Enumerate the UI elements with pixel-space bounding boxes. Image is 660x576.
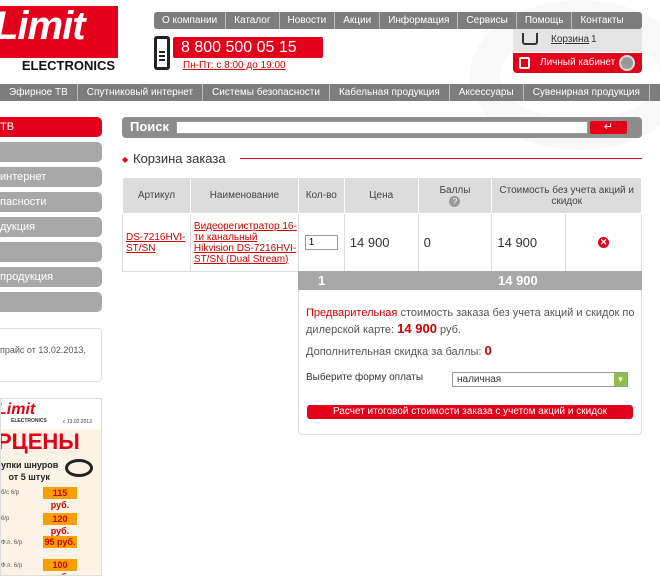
price-note[interactable]: прайс от 13.02.2013, <box>0 345 86 355</box>
lock-icon <box>519 57 530 69</box>
total-sum: 14 900 <box>498 273 538 288</box>
promo-headline: РЦЕНЫ <box>0 429 80 454</box>
category-item[interactable]: Сувенирная продукция <box>524 84 650 101</box>
quantity-input[interactable] <box>304 235 338 250</box>
promo-price: 115 руб. <box>43 487 77 510</box>
promo-price: 95 руб. <box>43 536 77 548</box>
promo-logo-sub: ELECTRONICS <box>11 418 47 424</box>
sidebar-item[interactable]: пасности <box>0 192 102 212</box>
promo-price: 120 руб. <box>43 513 77 536</box>
category-item[interactable]: Спутниковый интернет <box>78 84 204 101</box>
promo-row-label: б/с 6/р <box>1 490 20 496</box>
article-link[interactable]: DS-7216HVI-ST/SN <box>122 213 191 272</box>
total-qty: 1 <box>318 273 326 288</box>
qty-cell <box>297 213 345 272</box>
col-header-total: Стоимость без учета акций и скидок <box>491 177 642 214</box>
bullet-icon: ◆ <box>122 155 129 164</box>
payment-select[interactable]: наличная ▼ <box>452 372 628 387</box>
sidebar-item[interactable] <box>0 242 102 262</box>
cable-icon <box>65 459 93 477</box>
phone-icon <box>154 36 170 70</box>
cart-count: 1 <box>591 34 597 45</box>
phone-number: 8 800 500 05 15 <box>173 37 323 58</box>
table-row: DS-7216HVI-ST/SN Видеорегистратор 16-ти … <box>122 213 642 272</box>
page-title: Корзина заказа <box>133 151 226 166</box>
category-item[interactable]: Эфирное ТВ <box>0 84 78 101</box>
summary-text: Предварительная стоимость заказа без уче… <box>306 306 636 338</box>
payment-label: Выберите форму оплаты <box>306 372 424 383</box>
summary-currency: руб. <box>440 324 461 336</box>
logo-sub: ELECTRONICS <box>0 58 118 74</box>
category-bar: Эфирное ТВ Спутниковый интернет Системы … <box>0 84 660 101</box>
payment-selected: наличная <box>457 374 502 385</box>
col-header-price: Цена <box>343 177 419 214</box>
cart-table: Артикул Наименование Кол-во Цена Баллы? … <box>122 177 642 272</box>
calculate-button[interactable]: Расчет итоговой стоимости заказа с учето… <box>307 405 633 419</box>
sidebar-item[interactable]: продукция <box>0 267 102 287</box>
promo-subline: упки шнуров от 5 штук <box>1 460 59 482</box>
table-header-row: Артикул Наименование Кол-во Цена Баллы? … <box>122 177 642 214</box>
sidebar-item[interactable] <box>0 292 102 312</box>
chevron-down-icon[interactable]: ▼ <box>614 373 627 386</box>
bonus-label: Дополнительная скидка за баллы: <box>306 346 482 358</box>
remove-cell: ✕ <box>565 213 642 272</box>
totals-row <box>298 271 642 290</box>
category-item[interactable]: Системы безопасности <box>203 84 330 101</box>
promo-row-label: Ф.п. 6/р <box>1 540 23 546</box>
top-menu: О компании Каталог Новости Акции Информа… <box>154 12 642 29</box>
top-menu-item[interactable]: Помощь <box>517 12 573 29</box>
help-icon[interactable]: ? <box>449 195 461 207</box>
promo-date: с 13.02.2013 <box>63 419 92 425</box>
sidebar-item[interactable] <box>0 142 102 162</box>
top-menu-item[interactable]: Акции <box>335 12 381 29</box>
cabinet-label[interactable]: Личный кабинет <box>540 57 615 68</box>
col-header-qty: Кол-во <box>297 177 345 214</box>
promo-logo: Limit <box>0 401 36 418</box>
promo-banner[interactable]: Limit ELECTRONICS с 13.02.2013 РЦЕНЫ упк… <box>0 398 102 576</box>
search-input[interactable] <box>176 121 588 134</box>
logo[interactable]: Limit ELECTRONICS <box>0 4 118 74</box>
search-label: Поиск <box>130 119 170 134</box>
bonus-cell: 0 <box>417 213 493 272</box>
bonus-value: 0 <box>484 343 492 358</box>
col-header-name: Наименование <box>189 177 299 214</box>
bonus-discount-text: Дополнительная скидка за баллы: 0 <box>306 343 492 358</box>
promo-row-label: 6/р <box>1 516 10 522</box>
category-item[interactable]: Кабельная продукция <box>330 84 450 101</box>
category-item[interactable]: Аксессуары <box>450 84 524 101</box>
logo-brand: Limit <box>0 4 86 48</box>
summary-pre-word: Предварительная <box>306 307 398 319</box>
top-menu-item[interactable]: Сервисы <box>458 12 517 29</box>
title-divider <box>240 158 642 159</box>
cart-link[interactable]: Корзина <box>551 34 589 45</box>
top-menu-item[interactable]: Каталог <box>226 12 280 29</box>
top-menu-item[interactable]: О компании <box>154 12 227 29</box>
remove-icon[interactable]: ✕ <box>598 237 610 248</box>
summary-amount: 14 900 <box>397 321 437 336</box>
top-menu-item[interactable]: Новости <box>280 12 336 29</box>
col-header-article: Артикул <box>122 177 191 214</box>
total-cell: 14 900 <box>491 213 567 272</box>
promo-row-label: Ф.п. 6/р <box>1 563 23 569</box>
phone-hours[interactable]: Пн-Пт: с 8:00 до 19:00 <box>183 60 286 71</box>
top-menu-item[interactable]: Информация <box>380 12 459 29</box>
product-name-link[interactable]: Видеорегистратор 16-ти канальный Hikvisi… <box>189 213 299 272</box>
basket-icon[interactable] <box>522 33 538 45</box>
search-button[interactable]: ↵ <box>590 121 627 134</box>
sidebar-item[interactable]: дукция <box>0 217 102 237</box>
price-list-box[interactable]: прайс от 13.02.2013, <box>0 328 102 382</box>
sidebar-item[interactable]: интернет <box>0 167 102 187</box>
price-cell: 14 900 <box>343 213 419 272</box>
power-icon[interactable] <box>619 55 635 71</box>
col-header-bonus: Баллы? <box>417 177 493 214</box>
sidebar-item[interactable]: ТВ <box>0 117 102 137</box>
top-menu-item[interactable]: Контакты <box>572 12 631 29</box>
promo-price: 100 руб. <box>43 559 77 575</box>
